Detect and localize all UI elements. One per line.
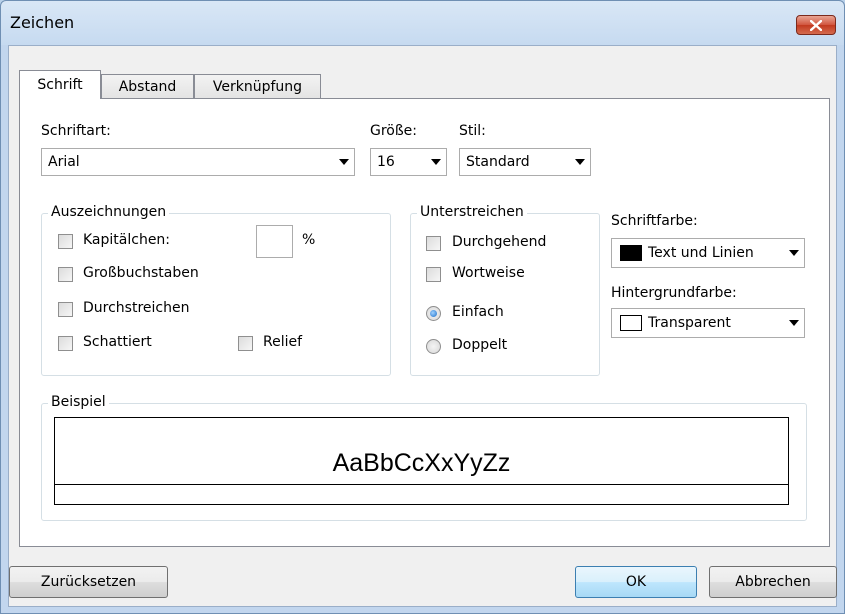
sample-preview: AaBbCcXxYyZz bbox=[54, 417, 789, 505]
font-color-swatch bbox=[620, 245, 642, 261]
strikethrough-label[interactable]: Durchstreichen bbox=[83, 300, 189, 316]
dialog-window: Zeichen Schrift Abstand Verknüpfung Schr… bbox=[0, 0, 845, 614]
percent-unit-label: % bbox=[302, 232, 316, 248]
background-color-select[interactable]: Transparent bbox=[611, 308, 805, 338]
tab-label: Schrift bbox=[37, 77, 83, 93]
background-color-swatch bbox=[620, 315, 642, 331]
tab-verknuepfung[interactable]: Verknüpfung bbox=[194, 74, 321, 99]
background-color-label: Hintergrundfarbe: bbox=[611, 285, 737, 301]
chevron-down-icon[interactable] bbox=[784, 309, 804, 337]
underline-word-label[interactable]: Wortweise bbox=[452, 265, 525, 281]
sample-text: AaBbCcXxYyZz bbox=[330, 449, 513, 477]
markup-legend: Auszeichnungen bbox=[48, 204, 170, 220]
chevron-down-icon[interactable] bbox=[784, 239, 804, 267]
shadowed-checkbox[interactable] bbox=[58, 336, 73, 351]
ok-button[interactable]: OK bbox=[575, 566, 697, 598]
underline-continuous-label[interactable]: Durchgehend bbox=[452, 234, 546, 250]
tab-label: Abstand bbox=[118, 79, 177, 95]
shadowed-label[interactable]: Schattiert bbox=[83, 334, 152, 350]
chevron-down-icon[interactable] bbox=[570, 149, 590, 175]
tab-label: Verknüpfung bbox=[212, 79, 303, 95]
uppercase-label[interactable]: Großbuchstaben bbox=[83, 265, 199, 281]
chevron-down-icon[interactable] bbox=[426, 149, 446, 175]
reset-button-label: Zurücksetzen bbox=[40, 574, 137, 590]
font-family-select[interactable]: Arial bbox=[41, 148, 355, 176]
font-color-label: Schriftfarbe: bbox=[611, 213, 698, 229]
underline-double-label[interactable]: Doppelt bbox=[452, 337, 507, 353]
font-size-label: Größe: bbox=[370, 123, 418, 139]
font-size-value: 16 bbox=[377, 154, 395, 170]
font-size-select[interactable]: 16 bbox=[370, 148, 447, 176]
small-caps-label[interactable]: Kapitälchen: bbox=[83, 232, 170, 248]
title-bar[interactable]: Zeichen bbox=[1, 1, 844, 45]
underline-continuous-checkbox[interactable] bbox=[426, 236, 441, 251]
font-style-label: Stil: bbox=[459, 123, 486, 139]
underline-single-label[interactable]: Einfach bbox=[452, 304, 504, 320]
relief-checkbox[interactable] bbox=[238, 336, 253, 351]
reset-button[interactable]: Zurücksetzen bbox=[9, 566, 168, 598]
underline-double-radio[interactable] bbox=[426, 339, 441, 354]
underline-single-radio[interactable] bbox=[426, 306, 441, 321]
close-button[interactable] bbox=[796, 15, 836, 35]
tab-abstand[interactable]: Abstand bbox=[101, 74, 194, 99]
background-color-value: Transparent bbox=[648, 315, 731, 331]
tab-schrift[interactable]: Schrift bbox=[19, 70, 101, 99]
sample-text-row: AaBbCcXxYyZz bbox=[55, 448, 788, 478]
uppercase-checkbox[interactable] bbox=[58, 267, 73, 282]
font-color-select[interactable]: Text und Linien bbox=[611, 238, 805, 268]
font-color-value: Text und Linien bbox=[648, 245, 754, 261]
sample-legend: Beispiel bbox=[48, 394, 109, 410]
window-title: Zeichen bbox=[10, 13, 75, 32]
close-icon bbox=[810, 19, 822, 31]
strikethrough-checkbox[interactable] bbox=[58, 302, 73, 317]
baseline-line bbox=[55, 484, 788, 485]
ok-button-label: OK bbox=[625, 574, 647, 590]
cancel-button-label: Abbrechen bbox=[735, 574, 811, 590]
underline-word-checkbox[interactable] bbox=[426, 267, 441, 282]
underline-legend: Unterstreichen bbox=[417, 204, 527, 220]
font-family-label: Schriftart: bbox=[41, 123, 111, 139]
relief-label[interactable]: Relief bbox=[263, 334, 302, 350]
font-style-select[interactable]: Standard bbox=[459, 148, 591, 176]
font-family-value: Arial bbox=[48, 154, 80, 170]
cancel-button[interactable]: Abbrechen bbox=[709, 566, 837, 598]
small-caps-checkbox[interactable] bbox=[58, 234, 73, 249]
small-caps-percent-input[interactable] bbox=[256, 225, 293, 258]
font-style-value: Standard bbox=[466, 154, 530, 170]
chevron-down-icon[interactable] bbox=[334, 149, 354, 175]
